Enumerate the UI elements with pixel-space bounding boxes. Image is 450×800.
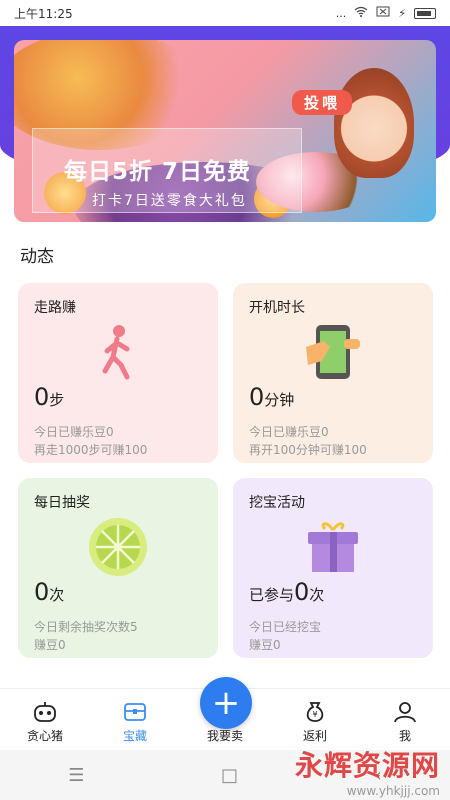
- card-note-2: 再开100分钟可赚100: [249, 443, 367, 457]
- svg-text:¥: ¥: [312, 710, 317, 719]
- steps-unit: 步: [49, 391, 65, 409]
- money-bag-icon: ¥: [302, 699, 328, 725]
- walk-earn-card[interactable]: 走路赚 0步 今日已赚乐豆0 再走1000步可赚100: [18, 283, 218, 463]
- section-title: 动态: [20, 247, 54, 267]
- feed-badge[interactable]: 投喂: [292, 90, 353, 115]
- steps-value: 0步: [34, 383, 64, 411]
- status-icons: ... ⚡: [336, 6, 436, 20]
- charging-icon: ⚡: [398, 6, 406, 20]
- card-title: 走路赚: [34, 300, 76, 316]
- treasure-dig-card[interactable]: 挖宝活动 已参与0次 今日已经挖宝 赚豆0: [233, 478, 433, 658]
- watermark: 永辉资源网 www.yhkjjj.com: [295, 744, 440, 798]
- minutes-number: 0: [249, 383, 265, 411]
- card-note-1: 今日剩余抽奖次数5: [34, 620, 138, 634]
- card-note-2: 赚豆0: [249, 638, 281, 652]
- plus-icon: +: [211, 683, 241, 723]
- phone-hand-icon: [302, 321, 364, 383]
- card-note-2: 再走1000步可赚100: [34, 443, 148, 457]
- status-bar: 上午11:25 ... ⚡: [0, 0, 450, 26]
- treasure-box-icon: [122, 699, 148, 725]
- tab-label: 我要卖: [206, 729, 243, 743]
- participation-number: 0: [294, 578, 310, 606]
- robot-icon: [32, 699, 58, 725]
- tab-rebate[interactable]: ¥ 返利: [275, 699, 355, 744]
- home-nav-icon[interactable]: □: [221, 765, 238, 786]
- menu-nav-icon[interactable]: ☰: [68, 765, 84, 786]
- sim-icon: [376, 6, 390, 20]
- tab-label: 我: [398, 729, 411, 743]
- promo-banner[interactable]: 每日5折 7日免费 打卡7日送零食大礼包 投喂: [14, 40, 436, 222]
- battery-icon: [414, 7, 436, 19]
- tab-label: 返利: [302, 729, 327, 743]
- minutes-unit: 分钟: [264, 391, 295, 409]
- watermark-text: 永辉资源网: [294, 749, 440, 782]
- card-note-1: 今日已赚乐豆0: [34, 425, 114, 439]
- card-note-1: 今日已经挖宝: [249, 620, 322, 634]
- lottery-number: 0: [34, 578, 50, 606]
- watermark-url: www.yhkjjj.com: [346, 784, 440, 798]
- participation-value: 已参与0次: [249, 578, 324, 606]
- card-note-2: 赚豆0: [34, 638, 66, 652]
- minutes-value: 0分钟: [249, 383, 294, 411]
- tab-me[interactable]: 我: [365, 699, 445, 744]
- wifi-icon: [354, 6, 368, 20]
- participation-prefix: 已参与: [249, 586, 295, 604]
- card-title: 每日抽奖: [34, 495, 90, 511]
- tab-greedy-pig[interactable]: 贪心猪: [5, 699, 85, 744]
- girl-illustration: [334, 68, 414, 178]
- sell-plus-button[interactable]: +: [200, 677, 252, 729]
- tab-label: 宝藏: [122, 729, 147, 743]
- steps-number: 0: [34, 383, 50, 411]
- gift-box-icon: [302, 516, 364, 578]
- card-title: 挖宝活动: [249, 495, 305, 511]
- daily-lottery-card[interactable]: 每日抽奖 0次 今日剩余抽奖次数5 赚豆0: [18, 478, 218, 658]
- status-time: 上午11:25: [14, 6, 73, 21]
- banner-subtitle: 打卡7日送零食大礼包: [92, 193, 247, 209]
- card-title: 开机时长: [249, 300, 305, 316]
- card-note-1: 今日已赚乐豆0: [249, 425, 329, 439]
- lottery-count: 0次: [34, 578, 64, 606]
- signal-icon: ...: [335, 6, 347, 20]
- lottery-unit: 次: [49, 586, 65, 604]
- walking-person-icon: [87, 321, 149, 383]
- tab-treasure[interactable]: 宝藏: [95, 699, 175, 744]
- participation-unit: 次: [309, 586, 325, 604]
- screen-time-card[interactable]: 开机时长 0分钟 今日已赚乐豆0 再开100分钟可赚100: [233, 283, 433, 463]
- person-icon: [392, 699, 418, 725]
- lime-wheel-icon: [87, 516, 149, 578]
- banner-title: 每日5折 7日免费: [64, 159, 252, 185]
- tab-label: 贪心猪: [26, 729, 63, 743]
